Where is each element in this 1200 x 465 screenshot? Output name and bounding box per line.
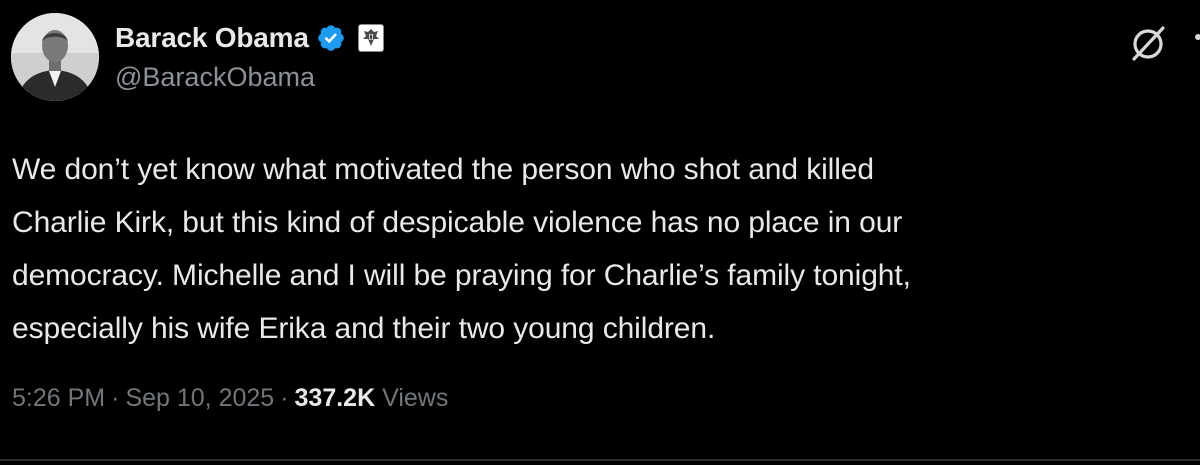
tweet-meta: 5:26 PM · Sep 10, 2025 · 337.2K Views bbox=[12, 384, 448, 413]
tweet-text: We don’t yet know what motivated the per… bbox=[12, 153, 911, 345]
views-count: 337.2K bbox=[294, 384, 376, 412]
views-label: Views bbox=[382, 384, 449, 412]
avatar[interactable] bbox=[11, 13, 99, 101]
meta-separator: · bbox=[280, 384, 289, 412]
display-name[interactable]: Barack Obama bbox=[115, 22, 309, 54]
meta-separator: · bbox=[111, 384, 120, 412]
divider bbox=[0, 459, 1200, 461]
author-block: Barack Obama @BarackObama bbox=[115, 18, 384, 93]
grok-icon[interactable] bbox=[1127, 22, 1169, 64]
tweet-date[interactable]: Sep 10, 2025 bbox=[125, 384, 274, 412]
government-seal-icon[interactable] bbox=[357, 24, 384, 52]
tweet-time[interactable]: 5:26 PM bbox=[12, 384, 105, 412]
name-row: Barack Obama bbox=[115, 18, 384, 58]
tweet-card: Barack Obama @BarackObama We don’t yet k… bbox=[0, 0, 1200, 465]
more-icon[interactable] bbox=[1186, 28, 1200, 58]
verified-badge-icon[interactable] bbox=[316, 23, 346, 53]
handle[interactable]: @BarackObama bbox=[115, 62, 384, 93]
